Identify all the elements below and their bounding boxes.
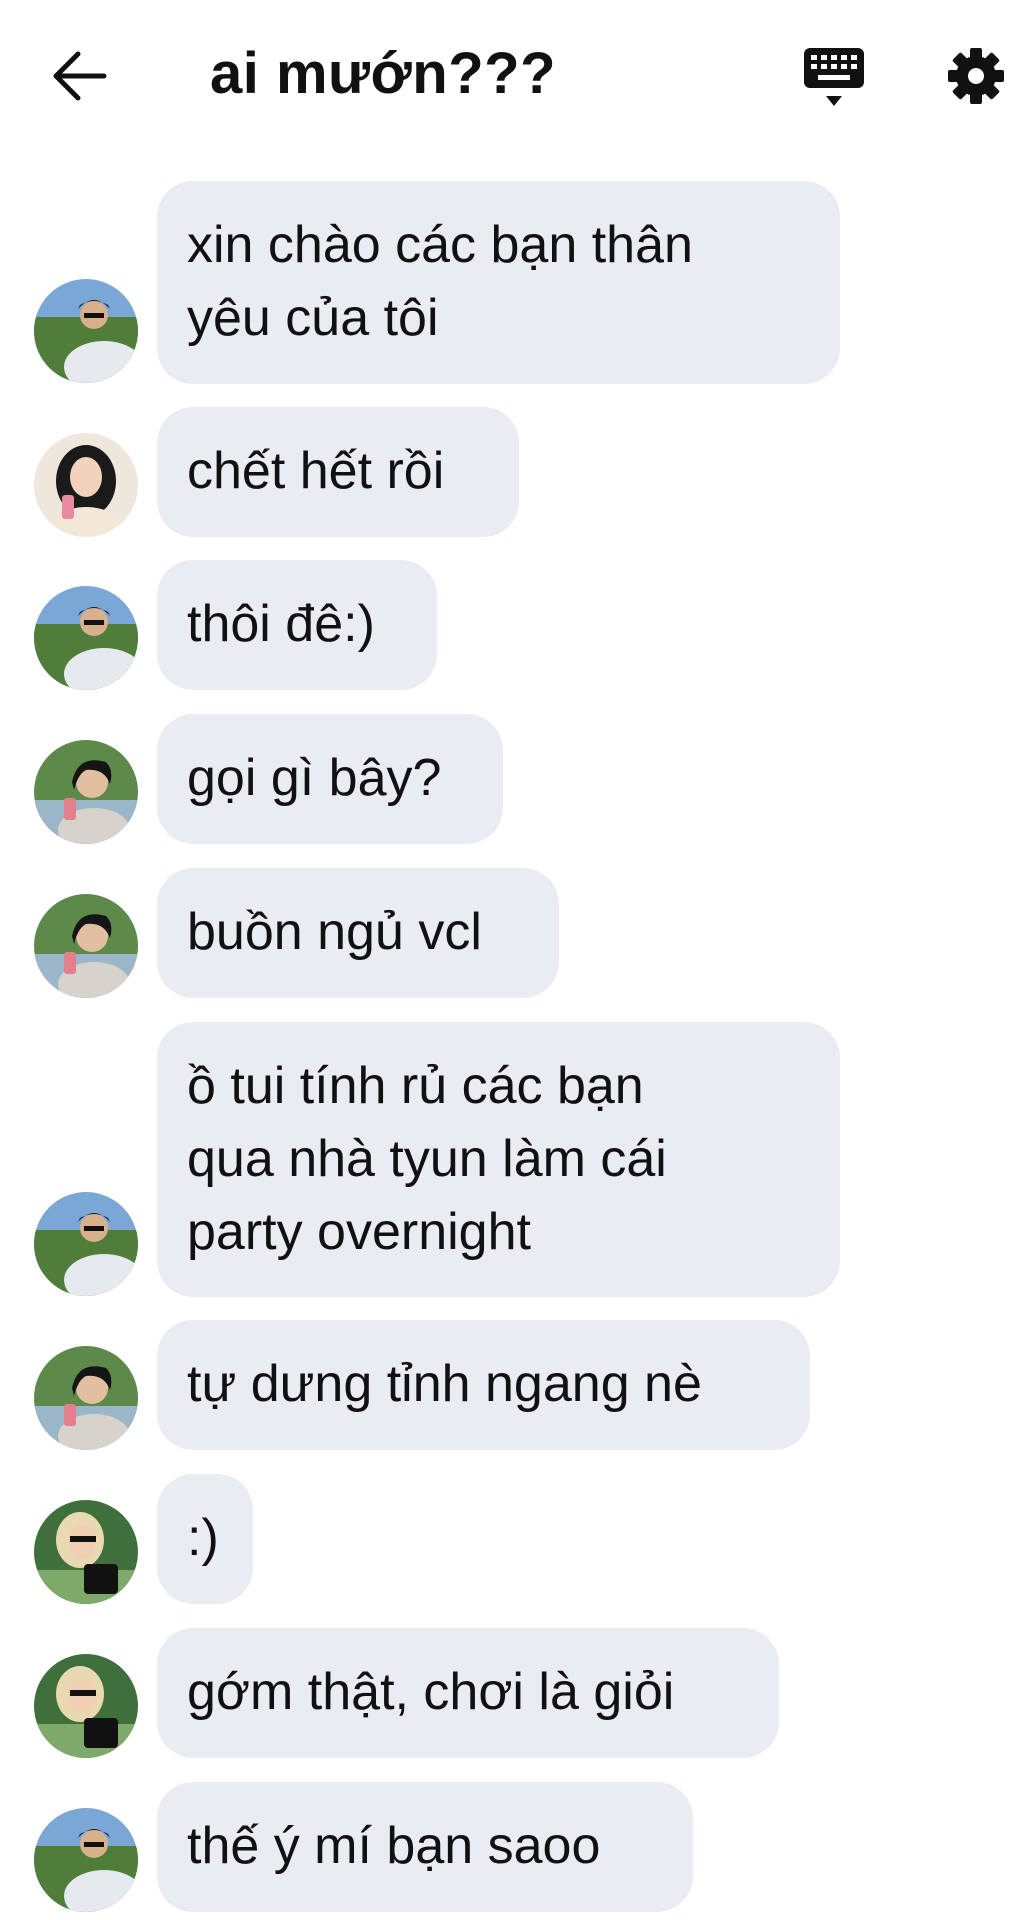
avatar[interactable] — [34, 1346, 138, 1450]
message-bubble[interactable]: gớm thật, chơi là giỏi — [157, 1628, 779, 1758]
avatar-boy-sunglasses — [34, 1192, 138, 1296]
message-bubble[interactable]: thôi đê:) — [157, 560, 437, 690]
message-bubble[interactable]: xin chào các bạn thân yêu của tôi — [157, 181, 840, 384]
avatar[interactable] — [34, 279, 138, 383]
avatar-boy-sunglasses — [34, 279, 138, 383]
message-bubble[interactable]: :) — [157, 1474, 253, 1604]
avatar[interactable] — [34, 586, 138, 690]
avatar-boy-sunglasses — [34, 586, 138, 690]
avatar[interactable] — [34, 433, 138, 537]
message-bubble[interactable]: gọi gì bây? — [157, 714, 503, 844]
message-bubble[interactable]: thế ý mí bạn saoo — [157, 1782, 693, 1912]
avatar-boy-dark-hair — [34, 740, 138, 844]
avatar[interactable] — [34, 894, 138, 998]
avatar[interactable] — [34, 740, 138, 844]
avatar-girl-pink-cup — [34, 433, 138, 537]
message-bubble[interactable]: buồn ngủ vcl — [157, 868, 559, 998]
avatar-boy-dark-hair — [34, 894, 138, 998]
avatar[interactable] — [34, 1192, 138, 1296]
message-bubble[interactable]: tự dưng tỉnh ngang nè — [157, 1320, 810, 1450]
avatar-girl-sunglasses — [34, 1654, 138, 1758]
avatar-boy-sunglasses — [34, 1808, 138, 1912]
message-bubble[interactable]: ồ tui tính rủ các bạn qua nhà tyun làm c… — [157, 1022, 840, 1297]
message-list: xin chào các bạn thân yêu của tôi chết h… — [0, 0, 1027, 1920]
avatar[interactable] — [34, 1654, 138, 1758]
avatar-boy-dark-hair — [34, 1346, 138, 1450]
avatar[interactable] — [34, 1808, 138, 1912]
avatar[interactable] — [34, 1500, 138, 1604]
avatar-girl-sunglasses — [34, 1500, 138, 1604]
message-bubble[interactable]: chết hết rồi — [157, 407, 519, 537]
